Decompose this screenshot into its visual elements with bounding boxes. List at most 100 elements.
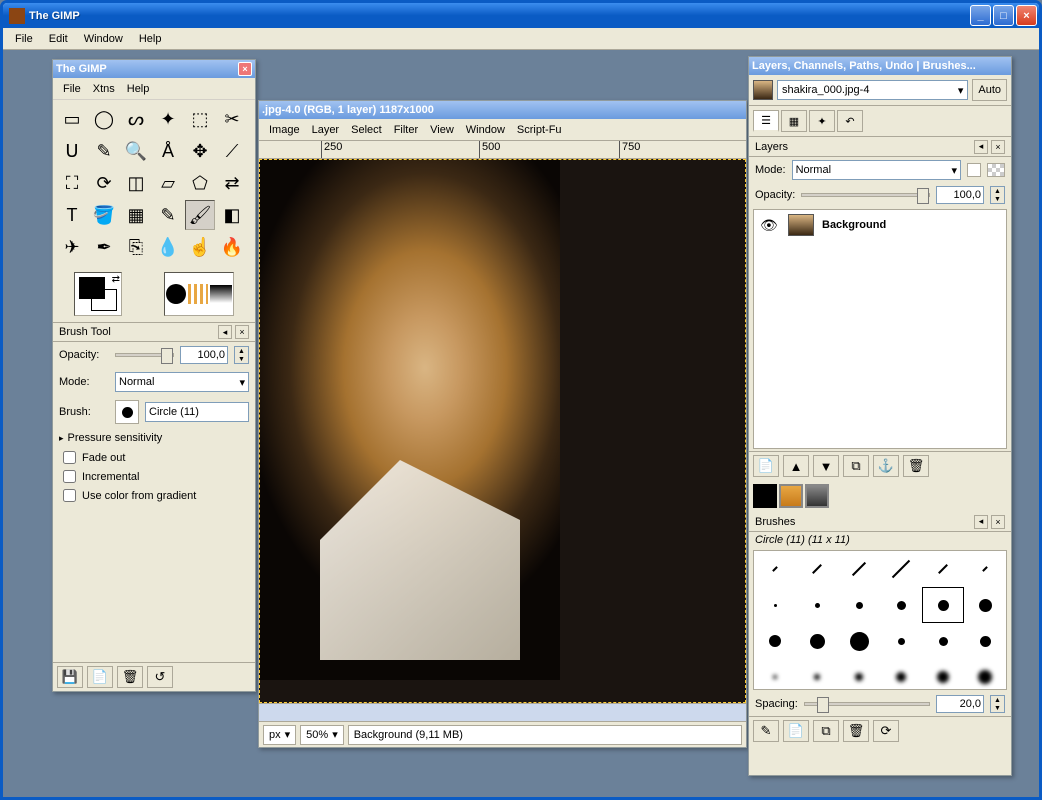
tool-color-picker[interactable]: ✎ bbox=[89, 136, 119, 166]
brush-cell[interactable] bbox=[880, 623, 922, 659]
tab-paths[interactable]: ✦ bbox=[809, 110, 835, 132]
dock-close-button[interactable]: × bbox=[235, 325, 249, 339]
image-menu-window[interactable]: Window bbox=[460, 122, 511, 138]
brush-cell[interactable] bbox=[880, 659, 922, 690]
brush-cell[interactable] bbox=[796, 587, 838, 623]
tool-airbrush[interactable]: ✈ bbox=[57, 232, 87, 262]
auto-button[interactable]: Auto bbox=[972, 79, 1007, 101]
tool-rotate[interactable]: ⟳ bbox=[89, 168, 119, 198]
brush-cell[interactable] bbox=[754, 551, 796, 587]
active-brush-icon[interactable] bbox=[166, 284, 186, 304]
brush-cell[interactable] bbox=[796, 623, 838, 659]
unit-select[interactable]: px ▾ bbox=[263, 725, 296, 745]
tool-eraser[interactable]: ◧ bbox=[217, 200, 247, 230]
brush-cell[interactable] bbox=[964, 659, 1006, 690]
close-button[interactable]: × bbox=[1016, 5, 1037, 26]
tool-perspective[interactable]: ⬠ bbox=[185, 168, 215, 198]
brush-cell[interactable] bbox=[922, 659, 964, 690]
brush-cell[interactable] bbox=[796, 551, 838, 587]
incremental-checkbox[interactable] bbox=[63, 470, 76, 483]
anchor-layer-button[interactable]: ⚓ bbox=[873, 455, 899, 477]
edit-brush-button[interactable]: ✎ bbox=[753, 720, 779, 742]
tab-patterns[interactable] bbox=[779, 484, 803, 508]
menu-window[interactable]: Window bbox=[76, 30, 131, 48]
toolbox-close-button[interactable]: × bbox=[238, 62, 252, 76]
menu-help[interactable]: Help bbox=[131, 30, 170, 48]
duplicate-layer-button[interactable]: ⧉ bbox=[843, 455, 869, 477]
tab-undo[interactable]: ↶ bbox=[837, 110, 863, 132]
brush-cell[interactable] bbox=[754, 623, 796, 659]
lock-alpha-checkbox[interactable] bbox=[967, 163, 981, 177]
image-menu-filter[interactable]: Filter bbox=[388, 122, 424, 138]
layers-detach-button[interactable]: × bbox=[991, 140, 1005, 154]
layers-menu-button[interactable]: ◂ bbox=[974, 140, 988, 154]
layer-list[interactable]: 👁 Background bbox=[753, 209, 1007, 449]
spacing-spinner[interactable]: ▲▼ bbox=[990, 695, 1005, 713]
tool-text[interactable]: T bbox=[57, 200, 87, 230]
app-titlebar[interactable]: The GIMP _ □ × bbox=[3, 3, 1039, 28]
canvas[interactable] bbox=[259, 159, 746, 703]
brushes-menu-button[interactable]: ◂ bbox=[974, 515, 988, 529]
tool-move[interactable]: ✥ bbox=[185, 136, 215, 166]
tool-smudge[interactable]: ☝ bbox=[185, 232, 215, 262]
zoom-select[interactable]: 50% ▾ bbox=[300, 725, 344, 745]
toolbox-menu-help[interactable]: Help bbox=[121, 81, 156, 97]
layer-opacity-slider[interactable] bbox=[801, 193, 930, 197]
dock-menu-button[interactable]: ◂ bbox=[218, 325, 232, 339]
tab-brushes[interactable] bbox=[753, 484, 777, 508]
tab-layers[interactable]: ☰ bbox=[753, 110, 779, 132]
image-titlebar[interactable]: .jpg-4.0 (RGB, 1 layer) 1187x1000 bbox=[259, 101, 746, 119]
maximize-button[interactable]: □ bbox=[993, 5, 1014, 26]
minimize-button[interactable]: _ bbox=[970, 5, 991, 26]
brush-pattern-gradient[interactable] bbox=[164, 272, 234, 316]
menu-edit[interactable]: Edit bbox=[41, 30, 76, 48]
tool-ink[interactable]: ✒ bbox=[89, 232, 119, 262]
brush-cell[interactable] bbox=[922, 623, 964, 659]
new-brush-button[interactable]: 📄 bbox=[783, 720, 809, 742]
tool-flip[interactable]: ⇄ bbox=[217, 168, 247, 198]
raise-layer-button[interactable]: ▲ bbox=[783, 455, 809, 477]
tool-bucket-fill[interactable]: 🪣 bbox=[89, 200, 119, 230]
tool-align[interactable]: ⟋ bbox=[217, 136, 247, 166]
new-layer-button[interactable]: 📄 bbox=[753, 455, 779, 477]
brushes-detach-button[interactable]: × bbox=[991, 515, 1005, 529]
tool-crop[interactable]: ⛶ bbox=[57, 168, 87, 198]
tool-dodge[interactable]: 🔥 bbox=[217, 232, 247, 262]
delete-brush-button[interactable]: 🗑 bbox=[843, 720, 869, 742]
eye-icon[interactable]: 👁 bbox=[760, 217, 780, 234]
spacing-input[interactable]: 20,0 bbox=[936, 695, 984, 713]
tool-magnify[interactable]: 🔍 bbox=[121, 136, 151, 166]
delete-options-button[interactable]: 🗑 bbox=[117, 666, 143, 688]
toolbox-menu-file[interactable]: File bbox=[57, 81, 87, 97]
brush-name-field[interactable]: Circle (11) bbox=[145, 402, 249, 422]
toolbox-menu-xtns[interactable]: Xtns bbox=[87, 81, 121, 97]
lower-layer-button[interactable]: ▼ bbox=[813, 455, 839, 477]
fg-color-swatch[interactable] bbox=[79, 277, 105, 299]
active-pattern-icon[interactable] bbox=[188, 284, 208, 304]
tool-ellipse-select[interactable]: ◯ bbox=[89, 104, 119, 134]
layer-name[interactable]: Background bbox=[822, 219, 886, 231]
tool-fuzzy-select[interactable]: ✦ bbox=[153, 104, 183, 134]
scrollbar-horizontal[interactable] bbox=[259, 703, 746, 721]
save-options-button[interactable]: 💾 bbox=[57, 666, 83, 688]
brush-cell[interactable] bbox=[880, 551, 922, 587]
fade-out-checkbox[interactable] bbox=[63, 451, 76, 464]
layer-opacity-input[interactable]: 100,0 bbox=[936, 186, 984, 204]
brush-cell[interactable] bbox=[964, 551, 1006, 587]
image-menu-layer[interactable]: Layer bbox=[306, 122, 346, 138]
image-menu-view[interactable]: View bbox=[424, 122, 460, 138]
image-select[interactable]: shakira_000.jpg-4▾ bbox=[777, 80, 968, 100]
tool-by-color-select[interactable]: ⬚ bbox=[185, 104, 215, 134]
menu-file[interactable]: File bbox=[7, 30, 41, 48]
brush-cell[interactable] bbox=[964, 623, 1006, 659]
image-menu-image[interactable]: Image bbox=[263, 122, 306, 138]
image-menu-select[interactable]: Select bbox=[345, 122, 388, 138]
duplicate-brush-button[interactable]: ⧉ bbox=[813, 720, 839, 742]
active-gradient-icon[interactable] bbox=[210, 285, 232, 303]
ruler-horizontal[interactable]: 250 500 750 bbox=[259, 141, 746, 159]
opacity-spinner[interactable]: ▲▼ bbox=[234, 346, 249, 364]
mode-select[interactable]: Normal▾ bbox=[115, 372, 249, 392]
layer-mode-select[interactable]: Normal▾ bbox=[792, 160, 961, 180]
tool-blur[interactable]: 💧 bbox=[153, 232, 183, 262]
brush-cell[interactable] bbox=[922, 587, 964, 623]
